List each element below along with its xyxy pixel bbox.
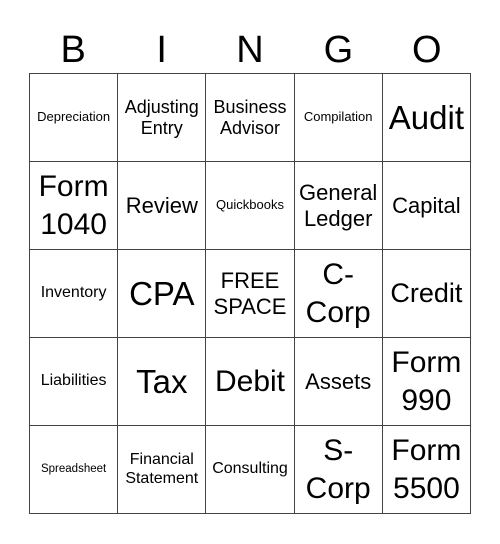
bingo-cell[interactable]: General Ledger [294,162,383,250]
bingo-cell[interactable]: C-Corp [294,250,383,338]
bingo-cell[interactable]: Tax [118,338,207,426]
bingo-cell[interactable]: Liabilities [30,338,119,426]
bingo-cell[interactable]: Inventory [30,250,119,338]
bingo-cell[interactable]: Consulting [206,426,295,514]
free-space-cell[interactable]: FREE SPACE [206,250,295,338]
bingo-cell[interactable]: Assets [294,338,383,426]
bingo-cell[interactable]: Debit [206,338,295,426]
bingo-cell[interactable]: Audit [382,74,471,162]
bingo-cell[interactable]: Depreciation [30,74,119,162]
bingo-header: B I N G O [29,28,471,73]
header-letter-n: N [236,29,264,71]
bingo-cell[interactable]: Form 1040 [30,162,119,250]
bingo-cell[interactable]: Adjusting Entry [118,74,207,162]
bingo-cell[interactable]: Credit [382,250,471,338]
header-letter-b: B [60,29,86,71]
bingo-cell[interactable]: Form 5500 [382,426,471,514]
header-letter-g: G [323,29,354,71]
bingo-cell[interactable]: Quickbooks [206,162,295,250]
header-letter-i: I [156,29,167,71]
bingo-cell[interactable]: S-Corp [294,426,383,514]
bingo-cell[interactable]: Capital [382,162,471,250]
bingo-card-grid: Depreciation Adjusting Entry Business Ad… [29,73,471,514]
bingo-cell[interactable]: Business Advisor [206,74,295,162]
bingo-cell[interactable]: CPA [118,250,207,338]
bingo-cell[interactable]: Financial Statement [118,426,207,514]
bingo-cell[interactable]: Review [118,162,207,250]
header-letter-o: O [412,29,442,71]
bingo-cell[interactable]: Spreadsheet [30,426,119,514]
bingo-cell[interactable]: Form 990 [382,338,471,426]
bingo-cell[interactable]: Compilation [294,74,383,162]
